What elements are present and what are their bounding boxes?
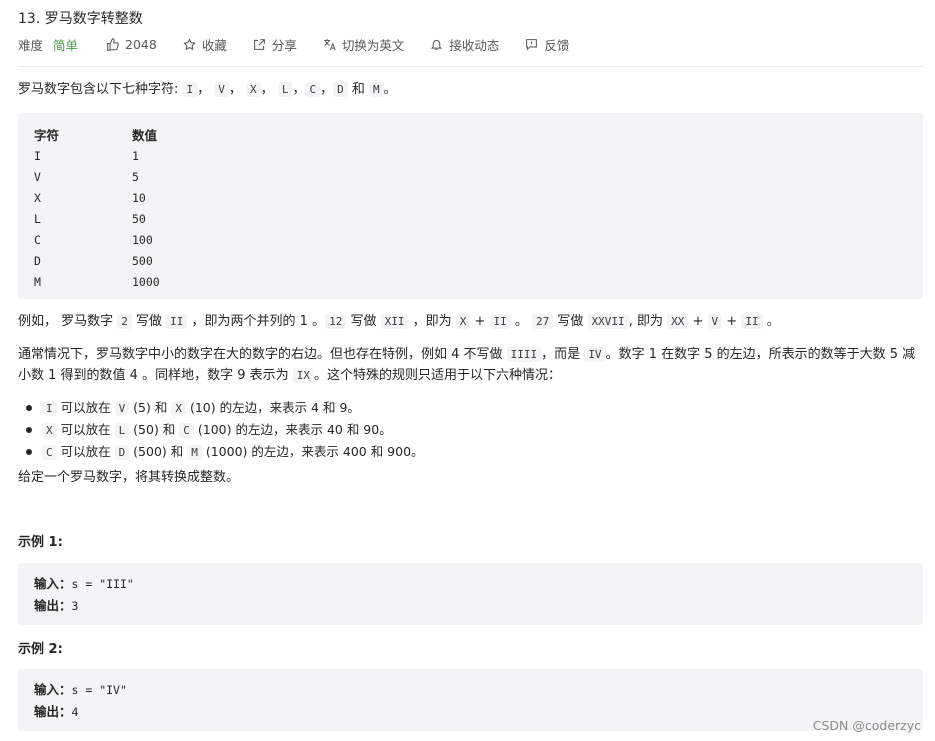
table-row: D 500: [34, 253, 153, 268]
symbol-value-table: 字符 数值 I1 V5 X 10 L 50 C 100 D 500 M 1000: [18, 113, 923, 299]
intro-paragraph: 罗马数字包含以下七种字符: I， V， X， L， C， D 和 M。: [18, 82, 397, 97]
example-1-block: 输入：s = "III" 输出：3: [18, 563, 923, 625]
feedback-icon: [526, 39, 538, 51]
table-row: C 100: [34, 232, 153, 247]
feedback-label: 反馈: [544, 38, 570, 53]
bell-icon: [431, 39, 443, 50]
rule-paragraph: 通常情况下，罗马数字中小的数字在大的数字的右边。但也存在特例，例如 4 不写做 …: [18, 347, 916, 383]
example-1-input: 输入：s = "III": [34, 576, 134, 591]
favorite-label: 收藏: [201, 38, 227, 53]
csdn-watermark: CSDN @coderzyc: [812, 718, 921, 733]
thumbs-up-icon: [107, 38, 119, 51]
problem-meta-bar: 难度 简单 2048 收藏 分享 切换为英文 接收动态 反馈: [18, 35, 595, 54]
list-item: X 可以放在 L (50) 和 C (100) 的左边，来表示 40 和 90。: [26, 419, 424, 441]
example-2-output: 输出：4: [34, 704, 79, 719]
table-header: 字符 数值: [34, 128, 158, 143]
favorite-button[interactable]: 收藏: [183, 35, 227, 54]
share-label: 分享: [271, 38, 297, 53]
special-cases-list: I 可以放在 V (5) 和 X (10) 的左边，来表示 4 和 9。 X 可…: [26, 397, 424, 463]
like-count: 2048: [125, 37, 157, 52]
notify-button[interactable]: 接收动态: [430, 35, 499, 54]
list-item: C 可以放在 D (500) 和 M (1000) 的左边，来表示 400 和 …: [26, 441, 424, 463]
share-button[interactable]: 分享: [253, 35, 297, 54]
example-2-input: 输入：s = "IV": [34, 682, 127, 697]
translate-icon: [323, 38, 336, 51]
task-statement: 给定一个罗马数字，将其转换成整数。: [18, 470, 240, 485]
table-row: V5: [34, 169, 139, 184]
difficulty-value: 简单: [53, 38, 79, 53]
example-2-title: 示例 2:: [18, 642, 63, 657]
switch-language-button[interactable]: 切换为英文: [323, 35, 405, 54]
example-1-output: 输出：3: [34, 598, 79, 613]
table-row: M 1000: [34, 274, 160, 289]
like-button[interactable]: 2048: [106, 37, 157, 52]
difficulty-label: 难度: [18, 38, 44, 53]
list-item: I 可以放在 V (5) 和 X (10) 的左边，来表示 4 和 9。: [26, 397, 424, 419]
problem-title: 13. 罗马数字转整数: [18, 11, 143, 27]
table-row: I1: [34, 148, 139, 163]
example-1-title: 示例 1:: [18, 535, 63, 550]
share-icon: [253, 39, 265, 50]
star-icon: [183, 38, 196, 50]
example-paragraph: 例如， 罗马数字 2 写做 II ，即为两个并列的 1 。 12 写做 XII ，…: [18, 314, 780, 329]
table-row: L 50: [34, 211, 146, 226]
table-row: X 10: [34, 190, 146, 205]
notify-label: 接收动态: [449, 38, 500, 53]
feedback-button[interactable]: 反馈: [525, 35, 569, 54]
header-divider: [18, 66, 923, 67]
example-2-block: 输入：s = "IV" 输出：4: [18, 669, 923, 731]
switch-language-label: 切换为英文: [341, 38, 405, 53]
